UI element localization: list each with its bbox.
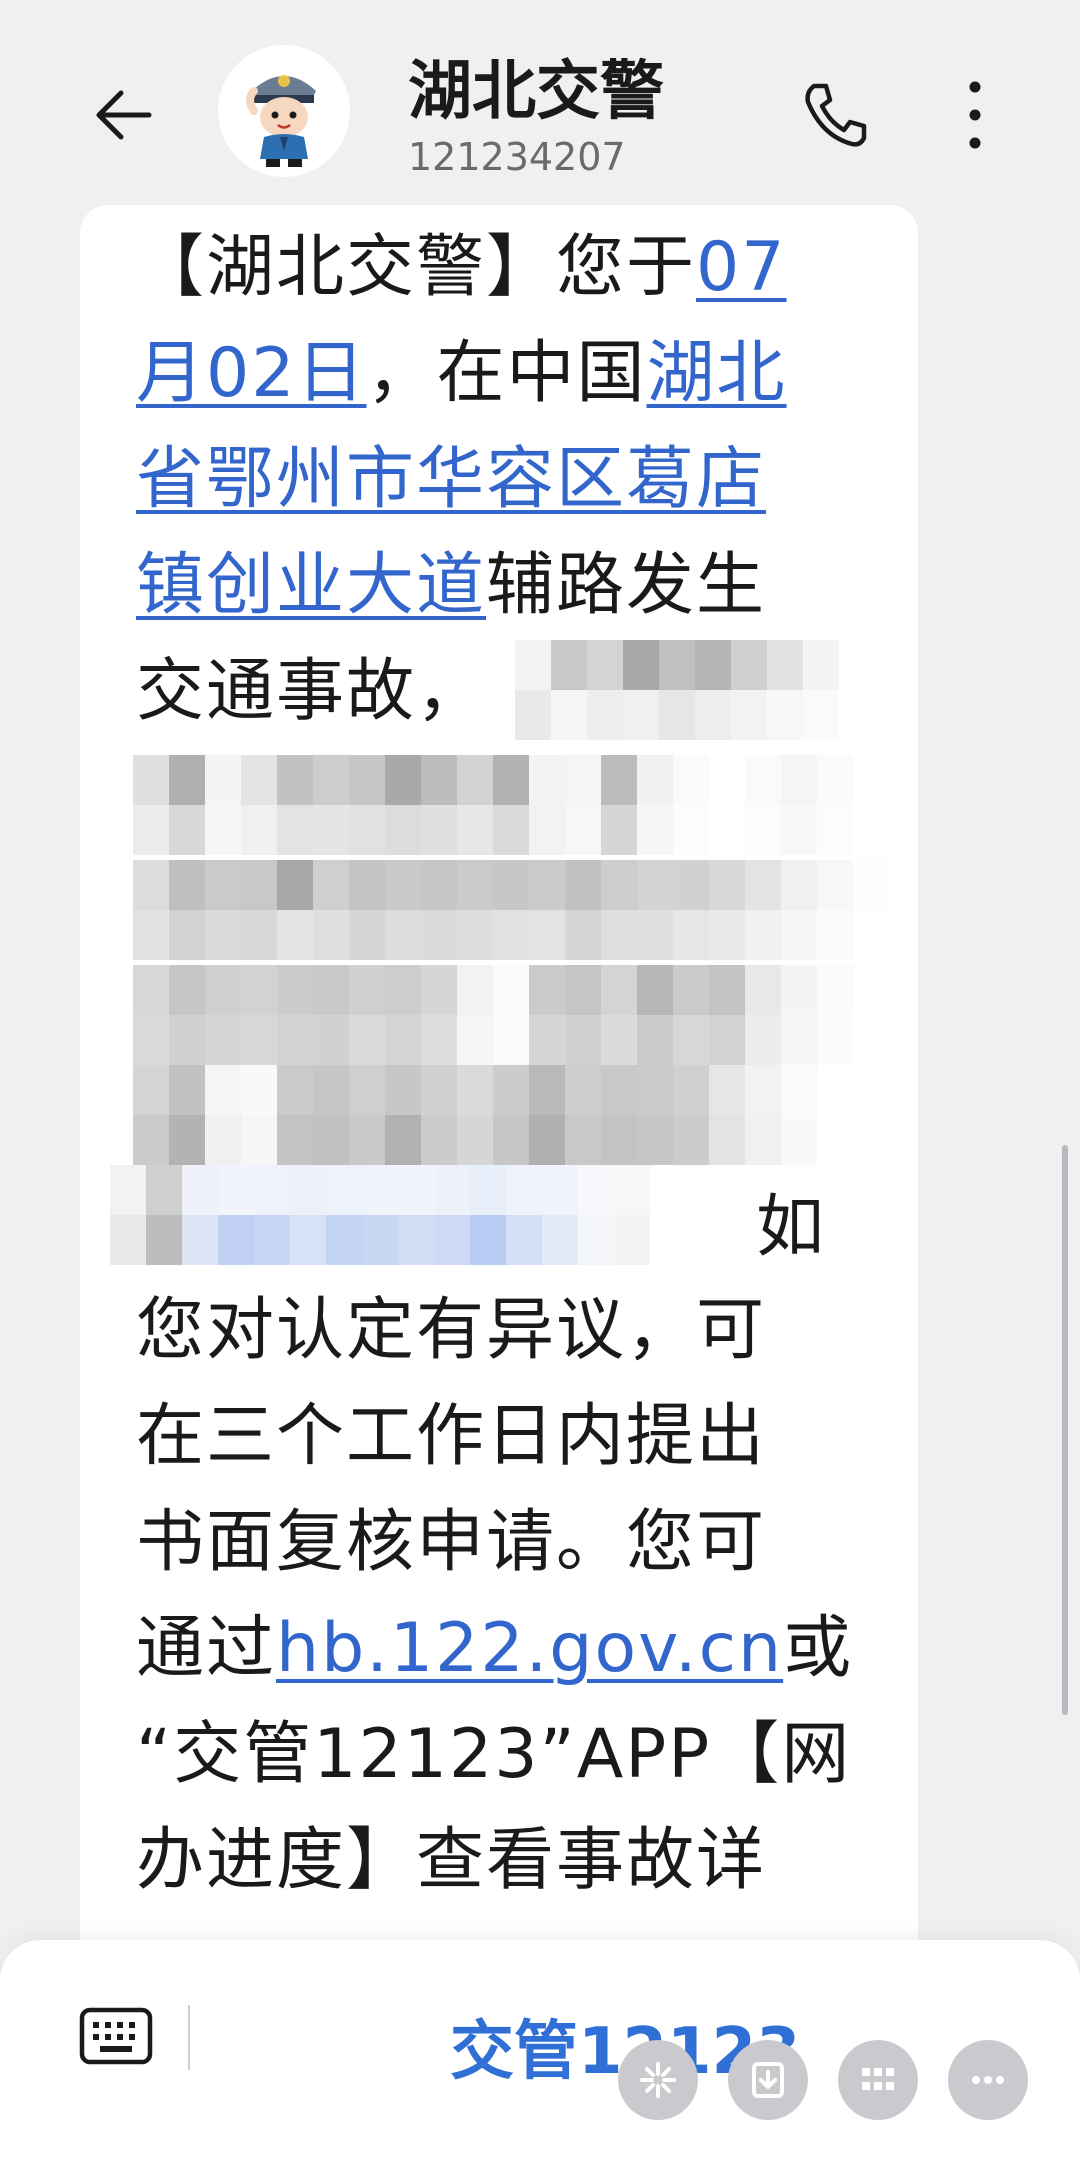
website-link[interactable]: hb.122.gov.cn xyxy=(276,1609,783,1688)
contact-name: 湖北交警 xyxy=(408,55,664,129)
address-link-end[interactable]: 镇创业大道 xyxy=(136,546,486,625)
conversation-header: 湖北交警 121234207 xyxy=(0,0,1080,200)
grid-icon xyxy=(862,2068,894,2090)
composer-bar: 交管12123 xyxy=(0,1940,1080,2160)
message-line-10: 通过hb.122.gov.cn或 xyxy=(136,1609,854,1688)
more-horizontal-icon xyxy=(972,2076,1004,2084)
phone-icon xyxy=(805,83,867,147)
date-link[interactable]: 07 xyxy=(696,228,787,307)
more-options-button[interactable] xyxy=(940,70,1010,160)
message-line-9: 书面复核申请。您可 xyxy=(136,1503,767,1582)
keyboard-button[interactable] xyxy=(78,2000,154,2072)
sparkle-button[interactable] xyxy=(618,2040,698,2120)
keyboard-icon xyxy=(79,2007,153,2065)
scrollbar[interactable] xyxy=(1062,1145,1068,1715)
composer-divider xyxy=(188,2005,190,2070)
redacted-content xyxy=(110,1165,722,1265)
sparkle-icon xyxy=(640,2062,676,2098)
message-line-1: 【湖北交警】您于07 xyxy=(136,228,787,307)
call-button[interactable] xyxy=(790,70,880,160)
arrow-left-icon xyxy=(96,90,152,140)
redacted-content xyxy=(515,640,839,740)
message-line-8: 在三个工作日内提出 xyxy=(136,1397,767,1476)
message-line-12: 办进度】查看事故详 xyxy=(136,1821,767,1900)
message-line-11: “交管12123”APP【网 xyxy=(136,1715,852,1794)
redacted-content xyxy=(133,965,889,1065)
date-link-cont[interactable]: 月02日 xyxy=(136,334,367,413)
address-link-cont[interactable]: 省鄂州市华容区葛店 xyxy=(136,440,766,519)
message-line-2: 月02日，在中国湖北 xyxy=(136,334,787,413)
message-line-7: 您对认定有异议，可 xyxy=(136,1291,767,1370)
message-line-3: 省鄂州市华容区葛店 xyxy=(136,432,766,528)
redacted-content xyxy=(133,755,889,855)
download-icon xyxy=(752,2062,784,2098)
back-button[interactable] xyxy=(80,70,170,160)
vertical-ellipsis-icon xyxy=(969,81,981,149)
redacted-content xyxy=(133,1065,889,1165)
message-line-6: 如 xyxy=(756,1188,827,1267)
message-line-5: 交通事故， xyxy=(136,652,487,731)
grid-button[interactable] xyxy=(838,2040,918,2120)
message-line-4: 镇创业大道辅路发生 xyxy=(136,546,767,625)
contact-number: 121234207 xyxy=(408,135,626,179)
contact-avatar[interactable] xyxy=(218,45,350,177)
police-cartoon-avatar xyxy=(246,75,316,167)
more-horizontal-button[interactable] xyxy=(948,2040,1028,2120)
download-button[interactable] xyxy=(728,2040,808,2120)
address-link[interactable]: 湖北 xyxy=(647,334,787,413)
redacted-content xyxy=(133,860,889,960)
